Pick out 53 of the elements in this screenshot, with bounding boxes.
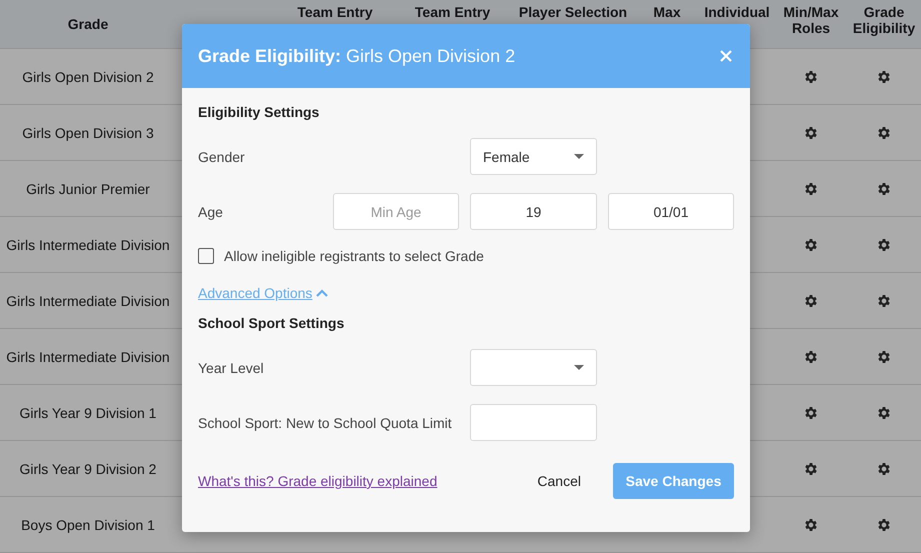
table-cell: Girls Intermediate Division [6, 236, 170, 252]
column-header: Min/Max Roles [783, 4, 839, 36]
dropdown-arrow-icon [574, 365, 584, 370]
column-header: Grade Eligibility [852, 4, 916, 36]
field-label: Age [198, 204, 224, 220]
settings-icon[interactable] [803, 404, 819, 420]
settings-icon[interactable] [803, 516, 819, 532]
settings-icon[interactable] [876, 236, 892, 252]
input-field[interactable]: 19 [470, 193, 597, 230]
column-header: Max [653, 4, 681, 20]
table-cell: Boys Open Division 1 [21, 516, 155, 532]
settings-icon[interactable] [803, 460, 819, 476]
table-cell: Girls Open Division 3 [22, 124, 154, 140]
column-header: Team Entry [414, 4, 490, 20]
section-heading: School Sport Settings [198, 315, 346, 331]
checkbox-label: Allow ineligible registrants to select Grade [224, 248, 484, 264]
dialog-title: Grade Eligibility: Girls Open Division 2 [198, 46, 516, 66]
settings-icon[interactable] [876, 292, 892, 308]
column-header: Player Selection [518, 4, 628, 20]
settings-icon[interactable] [876, 124, 892, 140]
column-header: Team Entry [297, 4, 373, 20]
settings-icon[interactable] [803, 124, 819, 140]
table-cell: Girls Year 9 Division 2 [20, 460, 156, 476]
settings-icon[interactable] [876, 516, 892, 532]
table-cell: Girls Year 9 Division 1 [20, 404, 156, 420]
field-label: Year Level [198, 360, 265, 376]
table-cell: Girls Junior Premier [26, 180, 150, 196]
settings-icon[interactable] [876, 404, 892, 420]
input-field[interactable]: 01/01 [608, 193, 734, 230]
settings-icon[interactable] [803, 348, 819, 364]
field-label: School Sport: New to School Quota Limit [198, 414, 453, 430]
table-cell: Girls Intermediate Division [6, 348, 170, 364]
dropdown-arrow-icon [574, 154, 584, 159]
settings-icon[interactable] [876, 460, 892, 476]
column-header: Individual [704, 4, 770, 20]
section-heading: Eligibility Settings [198, 104, 320, 120]
settings-icon[interactable] [876, 348, 892, 364]
table-cell: Girls Intermediate Division [6, 292, 170, 308]
checkbox[interactable] [198, 248, 214, 264]
cancel-button[interactable]: Cancel [517, 463, 601, 499]
settings-icon[interactable] [876, 180, 892, 196]
settings-icon[interactable] [803, 68, 819, 84]
settings-icon[interactable] [803, 292, 819, 308]
settings-icon[interactable] [803, 236, 819, 252]
settings-icon[interactable] [876, 68, 892, 84]
input-field[interactable] [470, 404, 597, 441]
settings-icon[interactable] [803, 180, 819, 196]
input-field[interactable]: Min Age [333, 193, 459, 230]
column-header: Grade [68, 16, 108, 32]
table-cell: Girls Open Division 2 [22, 68, 154, 84]
help-link[interactable]: What's this? Grade eligibility explained [198, 473, 518, 489]
gender-select[interactable]: Female [470, 138, 597, 175]
field-label: Gender [198, 148, 246, 164]
